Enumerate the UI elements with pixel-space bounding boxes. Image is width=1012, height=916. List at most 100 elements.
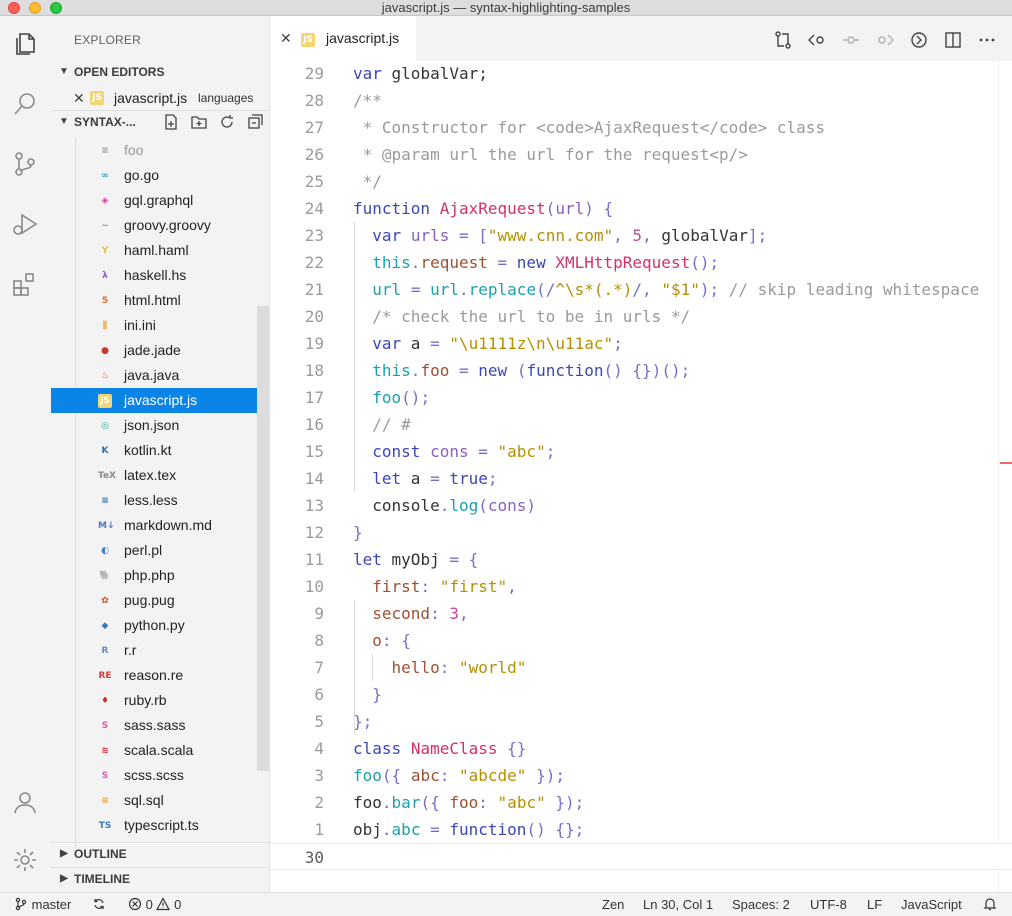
file-name: perl.pl (124, 542, 163, 558)
file-item[interactable]: TS typescript.ts (51, 813, 269, 838)
code-line[interactable]: 15 const cons = "abc"; (270, 438, 1012, 465)
extensions-icon[interactable] (11, 270, 39, 298)
file-item[interactable]: Kkotlin.kt (51, 438, 269, 463)
code-line[interactable]: 3 foo({ abc: "abcde" }); (270, 762, 1012, 789)
search-icon[interactable] (11, 90, 39, 118)
code-line[interactable]: 19 var a = "\u1111z\n\u11ac"; (270, 330, 1012, 357)
file-item[interactable]: 🐘 php.php (51, 563, 269, 588)
file-item[interactable]: Yhaml.haml (51, 238, 269, 263)
source-control-icon[interactable] (11, 150, 39, 178)
file-item[interactable]: ✿ pug.pug (51, 588, 269, 613)
more-actions-icon[interactable] (976, 30, 998, 52)
account-icon[interactable] (11, 788, 39, 816)
file-item[interactable]: ◆ python.py (51, 613, 269, 638)
zen-mode[interactable]: Zen (602, 893, 624, 916)
close-tab-icon[interactable]: ✕ (280, 30, 292, 47)
collapse-all-icon[interactable] (246, 113, 264, 131)
file-item[interactable]: ≡ foo (51, 138, 269, 163)
code-line[interactable]: 4 class NameClass {} (270, 735, 1012, 762)
code-line[interactable]: 7 hello: "world" (270, 654, 1012, 681)
language-mode[interactable]: JavaScript (901, 893, 962, 916)
file-item[interactable]: TeX latex.tex (51, 463, 269, 488)
file-item[interactable]: JS javascript.js (51, 388, 269, 413)
split-editor-icon[interactable] (942, 30, 964, 52)
file-item[interactable]: ◈ gql.graphql (51, 188, 269, 213)
code-line[interactable]: 18 this.foo = new (function() {})(); (270, 357, 1012, 384)
file-item[interactable]: ~ groovy.groovy (51, 213, 269, 238)
tab-javascript-js[interactable]: ✕ JS javascript.js (270, 16, 416, 61)
open-preview-icon[interactable] (908, 30, 930, 52)
code-line[interactable]: 24 function AjaxRequest(url) { (270, 195, 1012, 222)
code-line[interactable]: 17 foo(); (270, 384, 1012, 411)
code-line[interactable]: 30 (270, 843, 1012, 870)
close-icon[interactable]: ✕ (73, 87, 85, 109)
compare-changes-icon[interactable] (772, 30, 794, 52)
go-back-icon[interactable] (806, 30, 828, 52)
file-item[interactable]: ∞ go.go (51, 163, 269, 188)
code-line[interactable]: 20 /* check the url to be in urls */ (270, 303, 1012, 330)
file-item[interactable]: Rr.r (51, 638, 269, 663)
open-editors-header[interactable]: ▼ OPEN EDITORS (51, 61, 269, 83)
run-debug-icon[interactable] (11, 210, 39, 238)
encoding[interactable]: UTF-8 (810, 893, 847, 916)
go-forward-icon[interactable] (874, 30, 896, 52)
code-line[interactable]: 26 * @param url the url for the request<… (270, 141, 1012, 168)
timeline-header[interactable]: ▶ TIMELINE (51, 868, 269, 890)
code-line[interactable]: 23 var urls = ["www.cnn.com", 5, globalV… (270, 222, 1012, 249)
indentation[interactable]: Spaces: 2 (732, 893, 790, 916)
file-item[interactable]: ⫼ ini.ini (51, 313, 269, 338)
folder-header[interactable]: ▼ SYNTAX-... (51, 111, 269, 133)
code-line[interactable]: 29 var globalVar; (270, 61, 1012, 87)
code-line[interactable]: 25 */ (270, 168, 1012, 195)
file-item[interactable]: 5 html.html (51, 288, 269, 313)
sidebar-scrollbar[interactable] (257, 306, 269, 771)
file-item[interactable]: Sscss.scss (51, 763, 269, 788)
code-line[interactable]: 22 this.request = new XMLHttpRequest(); (270, 249, 1012, 276)
file-item[interactable]: Ssass.sass (51, 713, 269, 738)
commit-icon[interactable] (840, 30, 862, 52)
cursor-position[interactable]: Ln 30, Col 1 (643, 893, 713, 916)
files-icon[interactable] (11, 30, 39, 58)
outline-header[interactable]: ▶ OUTLINE (51, 843, 269, 865)
code-editor[interactable]: 29 var globalVar; 28/** 27 * Constructor fo… (270, 61, 1012, 892)
file-item[interactable]: ♦ ruby.rb (51, 688, 269, 713)
code-line[interactable]: 2 foo.bar({ foo: "abc" }); (270, 789, 1012, 816)
branch-status[interactable]: master (14, 893, 71, 916)
code-line[interactable]: 10 first: "first", (270, 573, 1012, 600)
file-item[interactable]: ● jade.jade (51, 338, 269, 363)
line-number: 28 (304, 91, 324, 110)
code-line[interactable]: 8 o: { (270, 627, 1012, 654)
code-line[interactable]: 16 // # (270, 411, 1012, 438)
file-item[interactable]: ≡ sql.sql (51, 788, 269, 813)
code-line[interactable]: 12} (270, 519, 1012, 546)
new-file-icon[interactable] (162, 113, 180, 131)
code-line[interactable]: 13 console.log(cons) (270, 492, 1012, 519)
code-line[interactable]: 5}; (270, 708, 1012, 735)
file-item[interactable]: ≡ less.less (51, 488, 269, 513)
open-editor-item[interactable]: ✕ JS javascript.js languages (51, 87, 269, 109)
problems-status[interactable]: 0 0 (128, 893, 181, 916)
code-line[interactable]: 9 second: 3, (270, 600, 1012, 627)
file-item[interactable]: RE reason.re (51, 663, 269, 688)
code-text: console.log(cons) (353, 496, 537, 515)
settings-gear-icon[interactable] (11, 846, 39, 874)
code-line[interactable]: 14 let a = true; (270, 465, 1012, 492)
file-item[interactable]: ◐ perl.pl (51, 538, 269, 563)
file-item[interactable]: ≋ scala.scala (51, 738, 269, 763)
code-line[interactable]: 27 * Constructor for <code>AjaxRequest</… (270, 114, 1012, 141)
code-line[interactable]: 1 obj.abc = function() {}; (270, 816, 1012, 843)
notifications-icon[interactable] (983, 893, 997, 916)
file-item[interactable]: ◎ json.json (51, 413, 269, 438)
code-line[interactable]: 6 } (270, 681, 1012, 708)
new-folder-icon[interactable] (190, 113, 208, 131)
sync-icon[interactable] (92, 893, 106, 916)
end-of-line[interactable]: LF (867, 893, 882, 916)
code-line[interactable]: 21 url = url.replace(/^\s*(.*)/, "$1"); … (270, 276, 1012, 303)
file-item[interactable]: ♨ java.java (51, 363, 269, 388)
file-item[interactable]: λ haskell.hs (51, 263, 269, 288)
code-line[interactable]: 11 let myObj = { (270, 546, 1012, 573)
file-item[interactable]: M↓ markdown.md (51, 513, 269, 538)
refresh-icon[interactable] (218, 113, 236, 131)
code-line[interactable]: 28 /** (270, 87, 1012, 114)
file-type-icon: ≋ (101, 746, 109, 756)
